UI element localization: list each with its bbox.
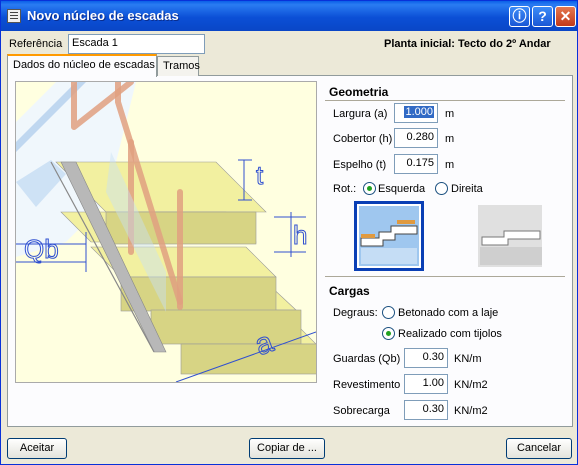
stair-illustration: t h Qb a (16, 82, 316, 382)
cargas-separator (325, 276, 565, 277)
espelho-unit: m (445, 159, 455, 171)
rot-direita-radio[interactable] (435, 182, 448, 195)
referencia-input[interactable]: Escada 1 (68, 34, 205, 54)
guardas-label: Guardas (Qb) (333, 353, 401, 365)
degraus-betonado-label[interactable]: Betonado com a laje (398, 307, 498, 319)
guardas-unit: KN/m (454, 353, 482, 365)
guardas-input[interactable]: 0.30 (404, 348, 448, 368)
espelho-label: Espelho (t) (333, 159, 387, 171)
rot-direita-label[interactable]: Direita (451, 183, 483, 195)
largura-unit: m (445, 108, 455, 120)
copiar-de-button[interactable]: Copiar de ... (249, 438, 325, 459)
revestimento-unit: KN/m2 (454, 379, 488, 391)
cobertor-label: Cobertor (h) (333, 133, 393, 145)
aceitar-button[interactable]: Aceitar (7, 438, 67, 459)
tab-dados-nucleo[interactable]: Dados do núcleo de escadas (7, 54, 157, 77)
degraus-tijolos-radio[interactable] (382, 327, 395, 340)
rot-esquerda-radio[interactable] (363, 182, 376, 195)
dimension-label-t: t (256, 160, 264, 190)
close-icon[interactable]: ✕ (555, 6, 576, 27)
largura-label: Largura (a) (333, 108, 388, 120)
cargas-title: Cargas (329, 284, 370, 298)
help-icon[interactable]: ? (532, 6, 553, 27)
sobrecarga-label: Sobrecarga (333, 405, 390, 417)
dimension-label-qb: Qb (24, 234, 59, 264)
largura-value-selected: 1.000 (404, 106, 434, 118)
espelho-input[interactable]: 0.175 (394, 154, 438, 174)
revestimento-input[interactable]: 1.00 (404, 374, 448, 394)
cobertor-unit: m (445, 133, 455, 145)
degraus-label: Degraus: (333, 307, 378, 319)
window-title: Novo núcleo de escadas (27, 8, 179, 23)
degraus-betonado-radio[interactable] (382, 306, 395, 319)
referencia-label: Referência (9, 38, 63, 50)
info-icon[interactable]: ⓘ (509, 6, 530, 27)
largura-input[interactable]: 1.000 (394, 103, 438, 123)
cancelar-button[interactable]: Cancelar (506, 438, 572, 459)
sobrecarga-unit: KN/m2 (454, 405, 488, 417)
rot-direita-thumbnail[interactable] (474, 201, 544, 271)
rot-esquerda-thumbnail[interactable] (354, 201, 424, 271)
dialog-window: Novo núcleo de escadas ⓘ ? ✕ Referência … (0, 0, 578, 465)
geometria-title: Geometria (329, 85, 389, 99)
tab-tramos[interactable]: Tramos (157, 56, 200, 76)
geometria-separator (325, 100, 565, 101)
rot-esquerda-label[interactable]: Esquerda (378, 183, 425, 195)
cobertor-input[interactable]: 0.280 (394, 128, 438, 148)
stair-right-thumbnail-icon (478, 205, 542, 267)
revestimento-label: Revestimento (333, 379, 401, 391)
dimension-label-h: h (293, 220, 307, 250)
rot-label: Rot.: (333, 183, 357, 195)
stair-diagram: t h Qb a (15, 81, 317, 383)
stair-left-thumbnail-icon (359, 206, 419, 266)
title-bar[interactable]: Novo núcleo de escadas ⓘ ? ✕ (1, 1, 577, 31)
app-icon (7, 9, 21, 23)
planta-inicial-label: Planta inicial: Tecto do 2º Andar (384, 38, 551, 50)
sobrecarga-input[interactable]: 0.30 (404, 400, 448, 420)
degraus-tijolos-label[interactable]: Realizado com tijolos (398, 328, 502, 340)
